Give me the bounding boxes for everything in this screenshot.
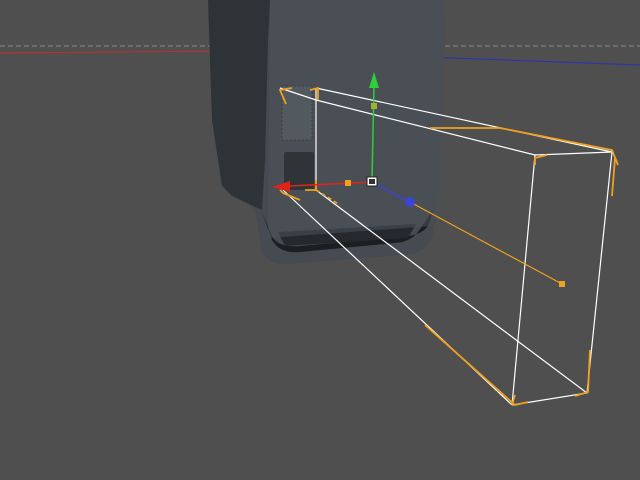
light-target-handle[interactable] [559,281,565,287]
3d-viewport[interactable] [0,0,640,480]
gizmo-center-inner [369,179,375,184]
viewport-scene[interactable] [0,0,640,480]
gizmo-x-scale-handle[interactable] [345,180,351,186]
gizmo-z-arrow-icon[interactable] [405,197,415,207]
gizmo-y-scale-handle[interactable] [371,103,377,109]
